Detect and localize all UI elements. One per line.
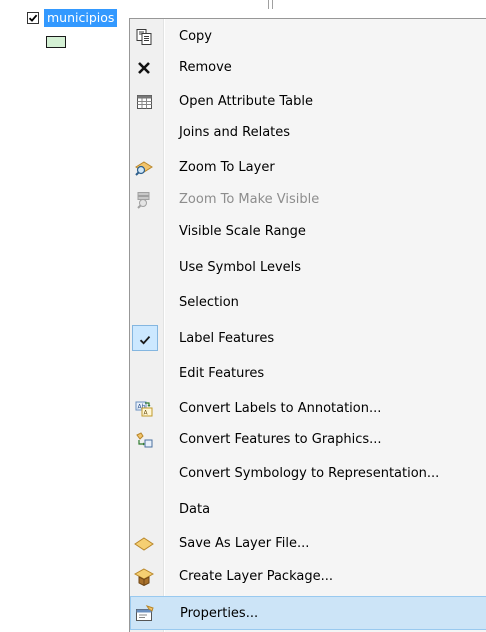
layer-package-icon <box>134 567 154 587</box>
menu-item-visible-scale-range[interactable]: Visible Scale Range <box>130 215 486 249</box>
layer-visibility-checkbox[interactable] <box>27 12 39 24</box>
menu-item-convert-labels-to-annotation[interactable]: Ab A Convert Labels to Annotation... <box>130 392 486 426</box>
layer-context-menu: Copy Remove Open Attribute Table Joins a… <box>129 18 486 632</box>
checkmark-icon <box>135 330 155 350</box>
menu-item-zoom-to-make-visible[interactable]: Zoom To Make Visible <box>130 183 486 217</box>
menu-item-label: Label Features <box>179 331 275 346</box>
menu-item-copy[interactable]: Copy <box>130 20 486 54</box>
menu-item-label: Edit Features <box>179 366 265 381</box>
layer-symbol-patch <box>46 36 66 48</box>
zoom-to-make-visible-icon <box>134 190 154 210</box>
menu-item-zoom-to-layer[interactable]: Zoom To Layer <box>130 151 486 185</box>
layer-row[interactable]: municipios <box>27 9 118 27</box>
menu-item-save-as-layer-file[interactable]: Save As Layer File... <box>130 527 486 561</box>
menu-item-label: Zoom To Make Visible <box>179 192 320 207</box>
menu-item-label: Open Attribute Table <box>179 94 314 109</box>
features-to-graphics-icon <box>134 430 154 450</box>
menu-item-convert-features-to-graphics[interactable]: Convert Features to Graphics... <box>130 423 486 457</box>
labels-to-annotation-icon: Ab A <box>134 399 154 419</box>
menu-item-selection[interactable]: Selection <box>130 286 486 320</box>
toc-splitter[interactable] <box>268 0 273 9</box>
menu-item-properties[interactable]: Properties... <box>130 596 486 630</box>
layer-name[interactable]: municipios <box>44 9 118 27</box>
menu-item-label: Remove <box>179 60 232 75</box>
menu-item-use-symbol-levels[interactable]: Use Symbol Levels <box>130 251 486 285</box>
remove-icon <box>134 58 154 78</box>
menu-item-label: Use Symbol Levels <box>179 260 302 275</box>
menu-item-data[interactable]: Data <box>130 493 486 527</box>
menu-item-remove[interactable]: Remove <box>130 51 486 85</box>
menu-item-label: Selection <box>179 295 239 310</box>
menu-item-edit-features[interactable]: Edit Features <box>130 357 486 391</box>
zoom-to-layer-icon <box>134 158 154 178</box>
menu-item-label: Properties... <box>180 606 259 621</box>
menu-item-label: Data <box>179 502 211 517</box>
menu-item-open-attribute-table[interactable]: Open Attribute Table <box>130 85 486 119</box>
copy-icon <box>134 27 154 47</box>
menu-item-label: Zoom To Layer <box>179 160 275 175</box>
menu-item-create-layer-package[interactable]: Create Layer Package... <box>130 560 486 594</box>
table-icon <box>134 92 154 112</box>
menu-item-label: Joins and Relates <box>179 125 291 140</box>
checkmark-icon <box>28 14 38 22</box>
menu-item-convert-symbology-to-representation[interactable]: Convert Symbology to Representation... <box>130 457 486 491</box>
properties-icon <box>135 604 155 624</box>
menu-item-joins-and-relates[interactable]: Joins and Relates <box>130 116 486 150</box>
menu-item-label: Copy <box>179 29 212 44</box>
layer-file-icon <box>134 534 154 554</box>
menu-item-label: Save As Layer File... <box>179 536 310 551</box>
menu-item-label: Create Layer Package... <box>179 569 333 584</box>
menu-item-label: Convert Labels to Annotation... <box>179 401 382 416</box>
menu-item-label: Visible Scale Range <box>179 224 306 239</box>
menu-item-label-features[interactable]: Label Features <box>130 322 486 356</box>
menu-item-label: Convert Features to Graphics... <box>179 432 382 447</box>
menu-item-label: Convert Symbology to Representation... <box>179 466 440 481</box>
